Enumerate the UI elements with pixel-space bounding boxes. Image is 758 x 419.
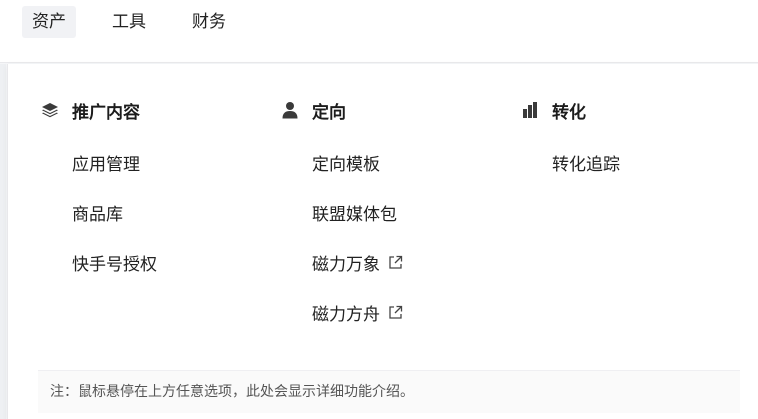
menu-item-label: 磁力万象: [312, 255, 380, 275]
menu-column-promotion-content: 推广内容 应用管理 商品库 快手号授权: [40, 98, 157, 275]
background-content-strip: [0, 64, 6, 419]
menu-item-targeting-template[interactable]: 定向模板: [312, 150, 380, 175]
hover-hint-note: 注：鼠标悬停在上方任意选项，此处会显示详细功能介绍。: [38, 370, 740, 413]
menu-column-conversion: 转化 转化追踪: [520, 98, 620, 175]
menu-item-app-management[interactable]: 应用管理: [72, 150, 140, 175]
menu-item-kuaishou-authorization[interactable]: 快手号授权: [72, 250, 157, 275]
nav-tab-finance[interactable]: 财务: [182, 6, 236, 38]
column-title: 推广内容: [72, 102, 140, 123]
menu-item-cili-wanxiang[interactable]: 磁力万象: [312, 250, 403, 275]
menu-item-cili-fangzhou[interactable]: 磁力方舟: [312, 300, 403, 325]
nav-tab-assets[interactable]: 资产: [22, 6, 76, 38]
column-header-promotion-content: 推广内容: [40, 98, 140, 123]
menu-column-targeting: 定向 定向模板 联盟媒体包 磁力万象 磁力方舟: [280, 98, 403, 325]
bar-chart-icon: [520, 100, 540, 120]
layers-icon: [40, 100, 60, 120]
column-title: 转化: [552, 102, 586, 123]
column-header-targeting: 定向: [280, 98, 346, 123]
column-title: 定向: [312, 102, 346, 123]
top-nav-bar: 资产 工具 财务: [0, 0, 758, 63]
menu-item-alliance-media-pack[interactable]: 联盟媒体包: [312, 200, 397, 225]
column-header-conversion: 转化: [520, 98, 586, 123]
external-link-icon: [388, 305, 403, 320]
external-link-icon: [388, 255, 403, 270]
menu-item-product-library[interactable]: 商品库: [72, 200, 123, 225]
nav-tab-tools[interactable]: 工具: [102, 6, 156, 38]
assets-dropdown-menu: 推广内容 应用管理 商品库 快手号授权 定向 定向模板 联盟媒体包 磁力万象 磁…: [7, 64, 758, 419]
menu-item-conversion-tracking[interactable]: 转化追踪: [552, 150, 620, 175]
user-icon: [280, 100, 300, 120]
menu-item-label: 磁力方舟: [312, 305, 380, 325]
